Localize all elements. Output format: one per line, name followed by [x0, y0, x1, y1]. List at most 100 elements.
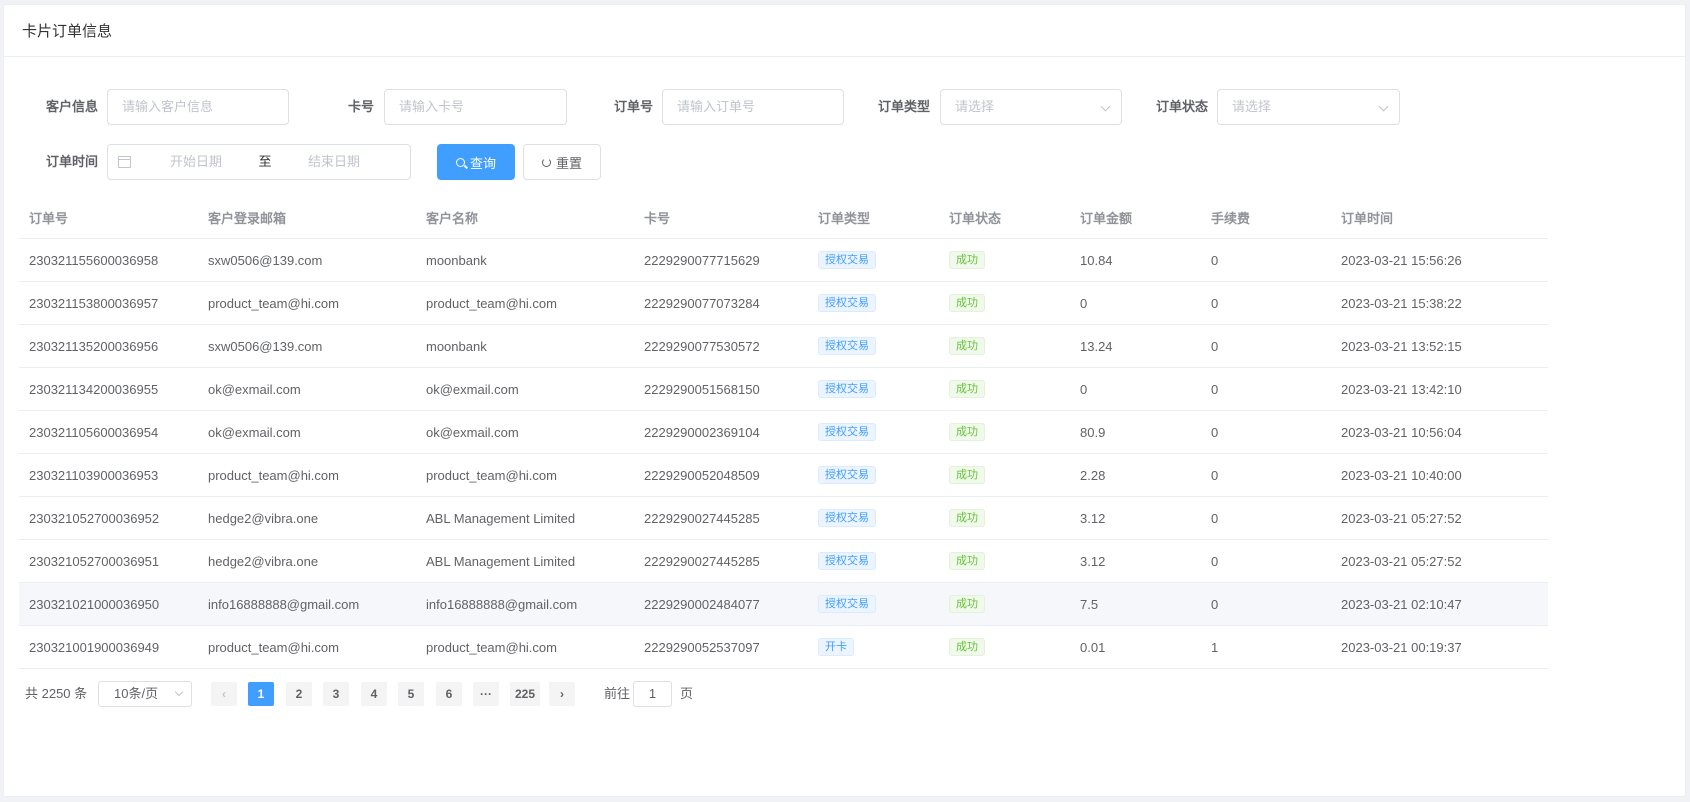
cell-order-time: 2023-03-21 13:42:10 [1331, 367, 1548, 411]
cell-email: hedge2@vibra.one [198, 539, 416, 583]
card-input[interactable]: 请输入卡号 [384, 89, 567, 125]
cell-order-number: 230321155600036958 [19, 238, 198, 282]
cell-order-number: 230321105600036954 [19, 410, 198, 454]
status-badge: 成功 [949, 294, 985, 312]
date-range-picker[interactable]: 开始日期 至 结束日期 [107, 144, 411, 180]
cell-order-status: 成功 [939, 539, 1070, 583]
cell-card-number: 2229290077073284 [634, 281, 808, 325]
column-header-order-number[interactable]: 订单号 [19, 196, 198, 239]
prev-page-button[interactable]: ‹ [211, 682, 237, 706]
cell-email: info16888888@gmail.com [198, 582, 416, 626]
table-row[interactable]: 230321052700036951 hedge2@vibra.one ABL … [19, 539, 1548, 583]
order-type-tag: 授权交易 [818, 552, 876, 570]
page-button-2[interactable]: 2 [286, 682, 312, 706]
cell-order-status: 成功 [939, 367, 1070, 411]
cell-email: ok@exmail.com [198, 367, 416, 411]
cell-customer-name: product_team@hi.com [416, 625, 634, 669]
page-button-5[interactable]: 5 [398, 682, 424, 706]
cell-amount: 10.84 [1070, 238, 1201, 282]
cell-order-type: 授权交易 [808, 238, 939, 282]
table-row[interactable]: 230321135200036956 sxw0506@139.com moonb… [19, 324, 1548, 368]
status-badge: 成功 [949, 423, 985, 441]
search-icon [455, 157, 465, 167]
table-row[interactable]: 230321153800036957 product_team@hi.com p… [19, 281, 1548, 325]
order-number-input[interactable]: 请输入订单号 [662, 89, 844, 125]
reset-button[interactable]: 重置 [523, 144, 601, 180]
cell-order-number: 230321135200036956 [19, 324, 198, 368]
next-page-button[interactable]: › [549, 682, 575, 706]
cell-order-number: 230321052700036952 [19, 496, 198, 540]
cell-order-status: 成功 [939, 410, 1070, 454]
column-header-card-number[interactable]: 卡号 [634, 196, 808, 239]
page-button-last[interactable]: 225 [510, 682, 540, 706]
order-type-tag: 授权交易 [818, 509, 876, 527]
chevron-down-icon [1378, 101, 1389, 112]
order-status-label: 订单状态 [1155, 99, 1208, 114]
page-button-3[interactable]: 3 [323, 682, 349, 706]
order-status-placeholder: 请选择 [1232, 99, 1272, 114]
cell-order-status: 成功 [939, 582, 1070, 626]
chevron-down-icon [174, 687, 184, 697]
order-type-tag: 授权交易 [818, 251, 876, 269]
customer-input[interactable]: 请输入客户信息 [107, 89, 289, 125]
cell-customer-name: moonbank [416, 238, 634, 282]
table-row[interactable]: 230321155600036958 sxw0506@139.com moonb… [19, 238, 1548, 282]
page-size-select[interactable]: 10条/页 [98, 681, 192, 707]
table-row[interactable]: 230321105600036954 ok@exmail.com ok@exma… [19, 410, 1548, 454]
cell-email: ok@exmail.com [198, 410, 416, 454]
cell-order-number: 230321153800036957 [19, 281, 198, 325]
cell-order-time: 2023-03-21 13:52:15 [1331, 324, 1548, 368]
column-header-order-status[interactable]: 订单状态 [939, 196, 1070, 239]
page-button-6[interactable]: 6 [436, 682, 462, 706]
cell-order-type: 授权交易 [808, 367, 939, 411]
cell-fee: 0 [1201, 281, 1331, 325]
cell-fee: 0 [1201, 410, 1331, 454]
cell-fee: 1 [1201, 625, 1331, 669]
cell-order-time: 2023-03-21 10:56:04 [1331, 410, 1548, 454]
order-time-label: 订单时间 [45, 154, 98, 169]
order-status-select[interactable]: 请选择 [1217, 89, 1400, 125]
cell-order-type: 授权交易 [808, 410, 939, 454]
cell-customer-name: ok@exmail.com [416, 410, 634, 454]
search-button-label: 查询 [469, 155, 496, 171]
cell-order-number: 230321052700036951 [19, 539, 198, 583]
cell-card-number: 2229290077530572 [634, 324, 808, 368]
cell-order-type: 授权交易 [808, 582, 939, 626]
cell-amount: 13.24 [1070, 324, 1201, 368]
search-button[interactable]: 查询 [437, 144, 515, 180]
order-type-tag: 授权交易 [818, 466, 876, 484]
cell-email: sxw0506@139.com [198, 324, 416, 368]
goto-page-input[interactable]: 1 [633, 681, 672, 707]
status-badge: 成功 [949, 466, 985, 484]
table-row[interactable]: 230321103900036953 product_team@hi.com p… [19, 453, 1548, 497]
page-button-4[interactable]: 4 [361, 682, 387, 706]
cell-order-time: 2023-03-21 02:10:47 [1331, 582, 1548, 626]
total-count: 共 2250 条 [25, 686, 88, 701]
table-row[interactable]: 230321001900036949 product_team@hi.com p… [19, 625, 1548, 669]
column-header-customer-name[interactable]: 客户名称 [416, 196, 634, 239]
column-header-email[interactable]: 客户登录邮箱 [198, 196, 416, 239]
start-date-input[interactable]: 开始日期 [137, 145, 255, 179]
column-header-amount[interactable]: 订单金额 [1070, 196, 1201, 239]
order-type-tag: 授权交易 [818, 423, 876, 441]
cell-email: hedge2@vibra.one [198, 496, 416, 540]
page-button-1[interactable]: 1 [248, 682, 274, 706]
column-header-fee[interactable]: 手续费 [1201, 196, 1331, 239]
end-date-input[interactable]: 结束日期 [275, 145, 393, 179]
cell-order-status: 成功 [939, 496, 1070, 540]
cell-email: product_team@hi.com [198, 625, 416, 669]
more-pages-button[interactable]: ··· [473, 682, 499, 706]
table-row[interactable]: 230321134200036955 ok@exmail.com ok@exma… [19, 367, 1548, 411]
column-header-order-time[interactable]: 订单时间 [1331, 196, 1548, 239]
table-row[interactable]: 230321052700036952 hedge2@vibra.one ABL … [19, 496, 1548, 540]
customer-label: 客户信息 [45, 99, 98, 114]
cell-amount: 80.9 [1070, 410, 1201, 454]
order-type-label: 订单类型 [877, 99, 930, 114]
cell-fee: 0 [1201, 238, 1331, 282]
table-row[interactable]: 230321021000036950 info16888888@gmail.co… [19, 582, 1548, 626]
order-type-select[interactable]: 请选择 [940, 89, 1122, 125]
cell-customer-name: ABL Management Limited [416, 496, 634, 540]
cell-amount: 0 [1070, 281, 1201, 325]
column-header-order-type[interactable]: 订单类型 [808, 196, 939, 239]
card-label: 卡号 [347, 99, 374, 114]
